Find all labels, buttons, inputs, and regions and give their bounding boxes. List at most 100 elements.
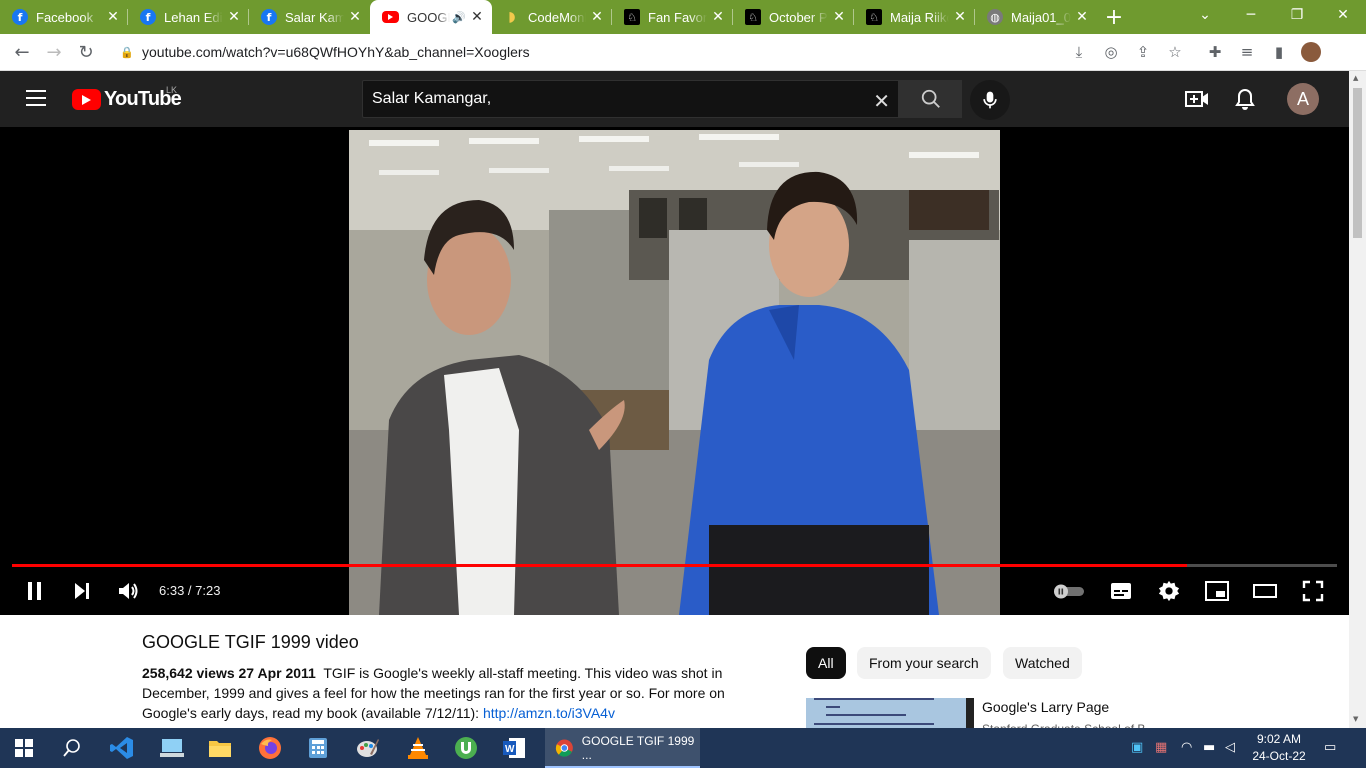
- facebook-icon: f: [12, 9, 28, 25]
- browser-toolbar: ← → ↻ 🔒 youtube.com/watch?v=u68QWfHOYhY&…: [0, 34, 1366, 71]
- tab-fan-favorite[interactable]: ♘ Fan Favorite ✕: [612, 0, 733, 34]
- video-player[interactable]: 6:33 / 7:23: [0, 127, 1349, 615]
- close-icon[interactable]: ✕: [590, 9, 604, 25]
- close-icon[interactable]: ✕: [348, 9, 362, 25]
- firefox-icon[interactable]: [246, 728, 294, 768]
- extensions-icon[interactable]: ✚: [1205, 42, 1225, 62]
- close-icon[interactable]: ✕: [470, 9, 484, 25]
- tab-lehan[interactable]: f Lehan Edirisinghe ✕: [128, 0, 249, 34]
- reload-icon[interactable]: ↻: [70, 36, 102, 68]
- calculator-icon[interactable]: [294, 728, 342, 768]
- banana-icon: ◗: [508, 9, 516, 25]
- theater-mode-button[interactable]: [1252, 575, 1278, 607]
- tab-search-icon[interactable]: ⌄: [1182, 0, 1228, 30]
- recommendation-title[interactable]: Google's Larry Page: [982, 699, 1109, 715]
- tab-october[interactable]: ♘ October Playmate ✕: [733, 0, 854, 34]
- bookmark-star-icon[interactable]: ☆: [1165, 42, 1185, 62]
- vscode-icon[interactable]: [98, 728, 146, 768]
- utorrent-icon[interactable]: [442, 728, 490, 768]
- search-button[interactable]: [899, 80, 962, 118]
- vlc-icon[interactable]: [394, 728, 442, 768]
- close-icon[interactable]: ✕: [711, 9, 725, 25]
- fullscreen-button[interactable]: [1300, 575, 1326, 607]
- search-input[interactable]: Salar Kamangar, ✕: [362, 80, 899, 118]
- tracking-blocked-icon[interactable]: ◎: [1101, 42, 1121, 62]
- chip-all[interactable]: All: [806, 647, 846, 679]
- tab-title: Facebook: [36, 9, 94, 25]
- computer-icon[interactable]: [148, 728, 196, 768]
- menu-icon[interactable]: [26, 90, 46, 111]
- close-window-button[interactable]: ✕: [1320, 0, 1366, 30]
- page-scrollbar[interactable]: ▲ ▼: [1349, 71, 1366, 728]
- minimize-button[interactable]: ─: [1228, 0, 1274, 30]
- volume-tray-icon[interactable]: ◁: [1225, 740, 1235, 755]
- tab-title: Maija Riikonen: [890, 9, 949, 25]
- new-tab-button[interactable]: +: [1097, 0, 1131, 34]
- recommendation-thumbnail[interactable]: [806, 698, 974, 728]
- settings-button[interactable]: [1156, 575, 1182, 607]
- video-description[interactable]: 258,642 views 27 Apr 2011 TGIF is Google…: [142, 663, 742, 723]
- watch-page-content: GOOGLE TGIF 1999 video 258,642 views 27 …: [0, 615, 1349, 736]
- close-icon[interactable]: ✕: [1075, 9, 1089, 25]
- side-panel-icon[interactable]: ▮: [1269, 42, 1289, 62]
- tab-maija[interactable]: ♘ Maija Riikonen ✕: [854, 0, 975, 34]
- app-tray-icon[interactable]: ▦: [1155, 740, 1167, 755]
- tab-salar[interactable]: f Salar Kamangar ✕: [249, 0, 370, 34]
- windows-start-icon[interactable]: [0, 728, 48, 768]
- scroll-down-icon[interactable]: ▼: [1353, 715, 1358, 723]
- paint-icon[interactable]: [344, 728, 392, 768]
- notifications-icon[interactable]: ▭: [1324, 740, 1336, 755]
- miniplayer-button[interactable]: [1204, 575, 1230, 607]
- browser-tab-strip: f Facebook ✕ f Lehan Edirisinghe ✕ f Sal…: [0, 0, 1366, 34]
- close-icon[interactable]: ✕: [106, 9, 120, 25]
- description-link[interactable]: http://amzn.to/i3VA4v: [483, 705, 615, 721]
- svg-text:W: W: [505, 744, 515, 755]
- lock-icon: 🔒: [120, 46, 134, 59]
- tab-codemonkey[interactable]: ◗ CodeMonkey ✕: [492, 0, 612, 34]
- file-explorer-icon[interactable]: [196, 728, 244, 768]
- youtube-logo[interactable]: YouTube: [72, 88, 182, 111]
- taskbar-search-icon[interactable]: [48, 728, 96, 768]
- notifications-bell-icon[interactable]: [1233, 87, 1257, 111]
- share-icon[interactable]: ⇪: [1133, 42, 1153, 62]
- tab-title: October Playmate: [769, 9, 828, 25]
- playboy-icon: ♘: [866, 9, 882, 25]
- autoplay-toggle[interactable]: [1052, 575, 1086, 607]
- tab-youtube-active[interactable]: GOOGLE TGIF 1999 video 🔊 ✕: [370, 0, 492, 34]
- youtube-masthead: YouTube LK Salar Kamangar, ✕ A: [0, 71, 1349, 127]
- maximize-button[interactable]: ❐: [1274, 0, 1320, 30]
- clear-search-icon[interactable]: ✕: [873, 89, 890, 113]
- battery-icon[interactable]: ▬: [1203, 740, 1215, 755]
- scroll-up-icon[interactable]: ▲: [1353, 74, 1358, 82]
- next-video-button[interactable]: [69, 575, 95, 607]
- video-frame[interactable]: [349, 130, 1000, 615]
- taskbar-clock[interactable]: 9:02 AM 24-Oct-22: [1246, 731, 1312, 765]
- scroll-thumb[interactable]: [1353, 88, 1362, 238]
- network-share-icon[interactable]: ▣: [1131, 740, 1143, 755]
- back-arrow-icon[interactable]: ←: [6, 36, 38, 68]
- close-icon[interactable]: ✕: [227, 9, 241, 25]
- tab-maija01[interactable]: ◍ Maija01_0 ✕: [975, 0, 1097, 34]
- speaker-icon[interactable]: 🔊: [452, 11, 466, 24]
- install-icon[interactable]: ⤓: [1069, 42, 1089, 62]
- address-bar[interactable]: 🔒 youtube.com/watch?v=u68QWfHOYhY&ab_cha…: [108, 38, 1098, 66]
- media-control-icon[interactable]: ≡: [1237, 42, 1257, 62]
- slide-thumbnail-image: [806, 698, 974, 728]
- pause-button[interactable]: [22, 575, 48, 607]
- voice-search-button[interactable]: [970, 80, 1010, 120]
- account-avatar[interactable]: A: [1287, 83, 1319, 115]
- profile-avatar-icon[interactable]: [1301, 42, 1321, 62]
- progress-bar[interactable]: [12, 564, 1337, 567]
- wifi-icon[interactable]: ◠: [1181, 740, 1192, 755]
- chip-watched[interactable]: Watched: [1003, 647, 1082, 679]
- volume-button[interactable]: [115, 575, 143, 607]
- forward-arrow-icon[interactable]: →: [38, 36, 70, 68]
- tab-facebook[interactable]: f Facebook ✕: [0, 0, 128, 34]
- create-video-icon[interactable]: [1185, 87, 1209, 111]
- close-icon[interactable]: ✕: [953, 9, 967, 25]
- taskbar-chrome-window[interactable]: GOOGLE TGIF 1999 ...: [545, 728, 700, 768]
- close-icon[interactable]: ✕: [832, 9, 846, 25]
- chip-from-your-search[interactable]: From your search: [857, 647, 991, 679]
- subtitles-button[interactable]: [1108, 575, 1134, 607]
- word-icon[interactable]: W: [490, 728, 538, 768]
